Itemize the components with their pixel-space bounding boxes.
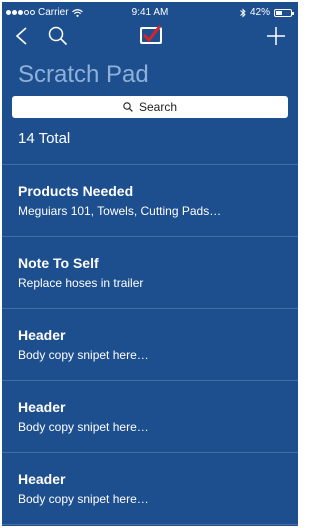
note-title: Header — [18, 471, 66, 487]
chevron-left-icon[interactable] — [14, 26, 28, 46]
battery-icon — [274, 8, 294, 17]
note-item[interactable]: Products Needed Meguiars 101, Towels, Cu… — [2, 165, 298, 237]
note-body: Body copy snipet here… — [18, 420, 149, 434]
battery-fill — [276, 10, 282, 15]
note-title: Note To Self — [18, 255, 99, 271]
note-title: Header — [18, 399, 66, 415]
note-body: Replace hoses in trailer — [18, 276, 144, 290]
note-body: Body copy snipet here… — [18, 348, 149, 362]
notes-list: Products Needed Meguiars 101, Towels, Cu… — [2, 164, 298, 525]
status-bar: Carrier 9:41 AM 42% — [2, 2, 298, 22]
note-item[interactable]: Header Body copy snipet here… — [2, 381, 298, 453]
note-item[interactable]: Header Body copy snipet here… — [2, 309, 298, 381]
note-body: Meguiars 101, Towels, Cutting Pads… — [18, 204, 222, 218]
app-screen: Carrier 9:41 AM 42% Scratch Pad Search 1… — [2, 2, 298, 526]
search-icon — [123, 102, 133, 112]
note-title: Header — [18, 327, 66, 343]
status-right: 42% — [240, 7, 294, 18]
search-icon[interactable] — [48, 26, 68, 46]
battery-percent: 42% — [249, 7, 270, 18]
search-label: Search — [138, 100, 178, 114]
note-title: Products Needed — [18, 183, 134, 199]
checkmark-logo-icon[interactable] — [138, 22, 164, 48]
nav-bar — [2, 22, 298, 54]
page-title: Scratch Pad — [18, 61, 149, 88]
note-item[interactable]: Header Body copy snipet here… — [2, 453, 298, 525]
plus-icon[interactable] — [266, 26, 286, 46]
bluetooth-icon — [240, 7, 246, 18]
search-bar[interactable]: Search — [12, 96, 288, 118]
note-body: Body copy snipet here… — [18, 492, 149, 506]
note-item[interactable]: Note To Self Replace hoses in trailer — [2, 237, 298, 309]
total-count: 14 Total — [18, 130, 71, 147]
